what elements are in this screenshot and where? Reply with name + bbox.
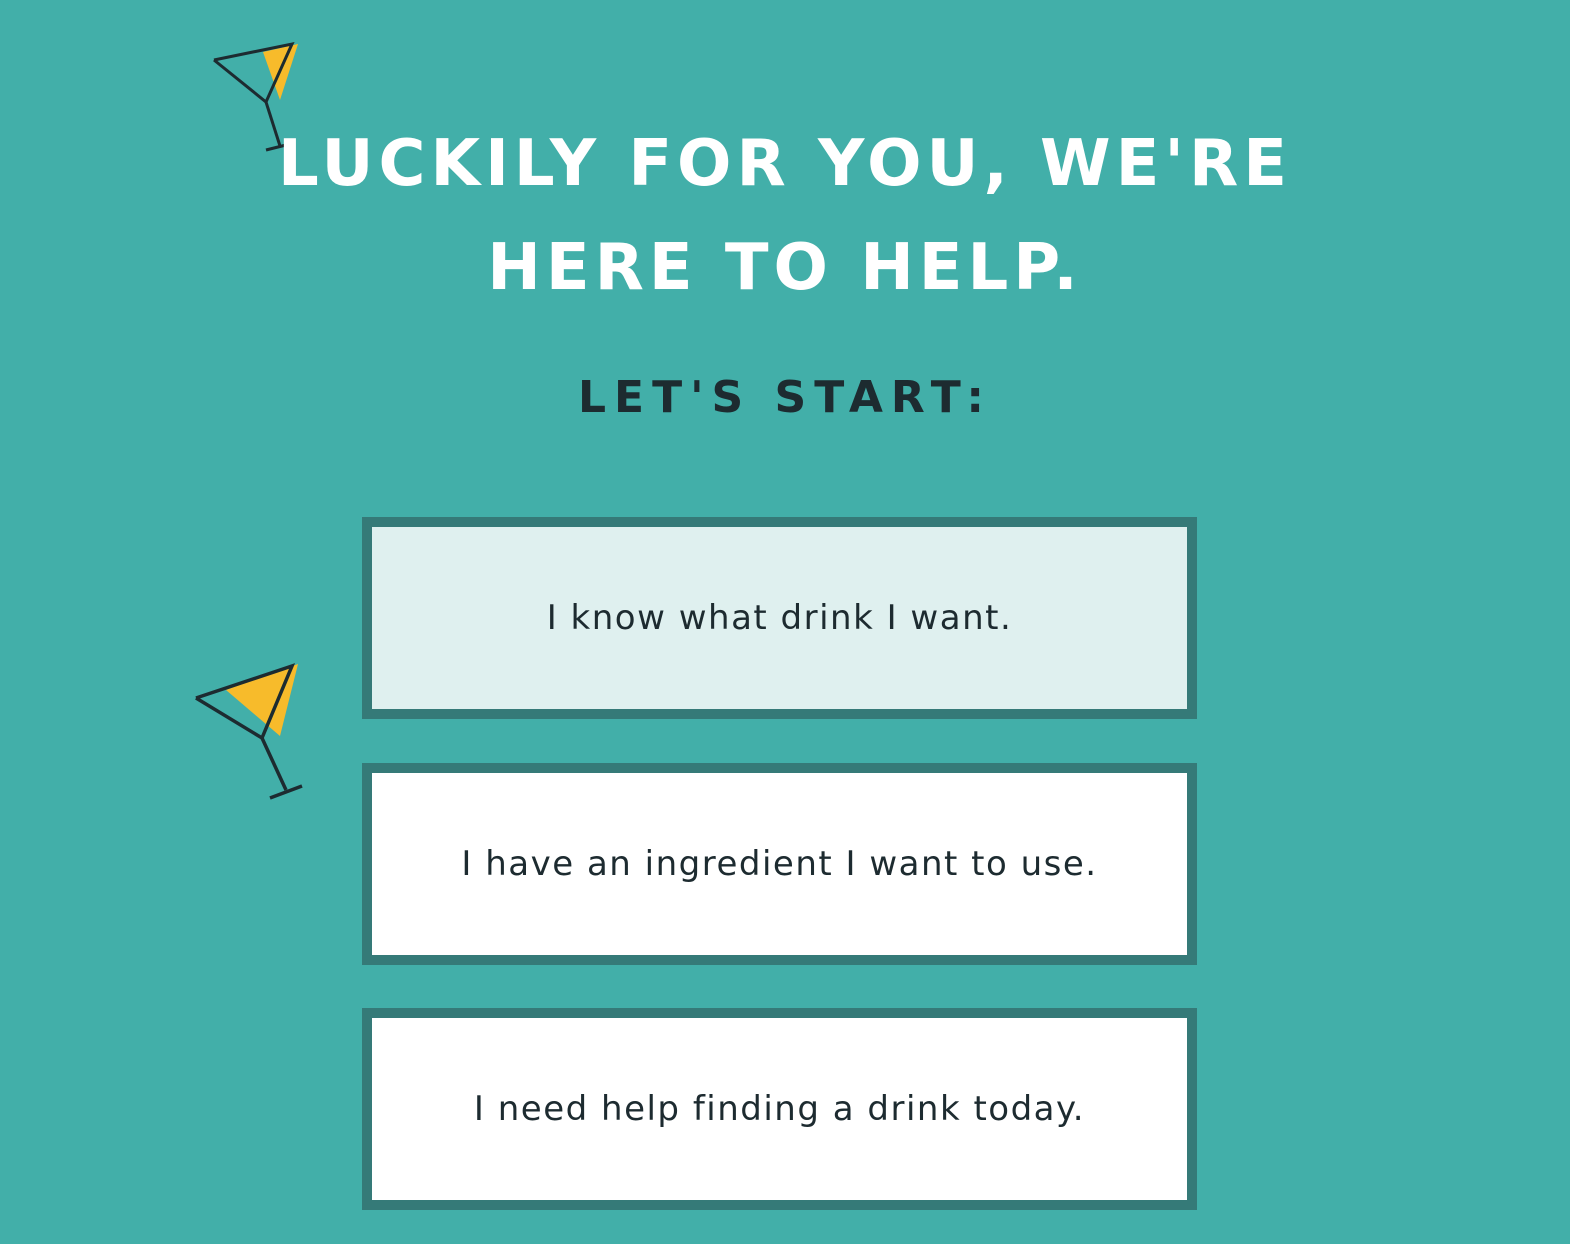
option-label: I know what drink I want. — [546, 598, 1013, 638]
headline-line-2: HERE TO HELP. — [487, 231, 1083, 305]
option-ingredient-button[interactable]: I have an ingredient I want to use. — [362, 763, 1197, 965]
option-know-drink-button[interactable]: I know what drink I want. — [362, 517, 1197, 719]
option-find-drink-button[interactable]: I need help finding a drink today. — [362, 1008, 1197, 1210]
headline-line-1: LUCKILY FOR YOU, WE'RE — [278, 127, 1292, 201]
option-label: I have an ingredient I want to use. — [461, 844, 1098, 884]
subheading: LET'S START: — [577, 372, 993, 423]
option-label: I need help finding a drink today. — [473, 1089, 1086, 1129]
landing-page: LUCKILY FOR YOU, WE'RE HERE TO HELP. LET… — [0, 0, 1570, 1244]
martini-glass-icon — [195, 663, 303, 800]
page-headline: LUCKILY FOR YOU, WE'RE HERE TO HELP. — [0, 112, 1570, 320]
